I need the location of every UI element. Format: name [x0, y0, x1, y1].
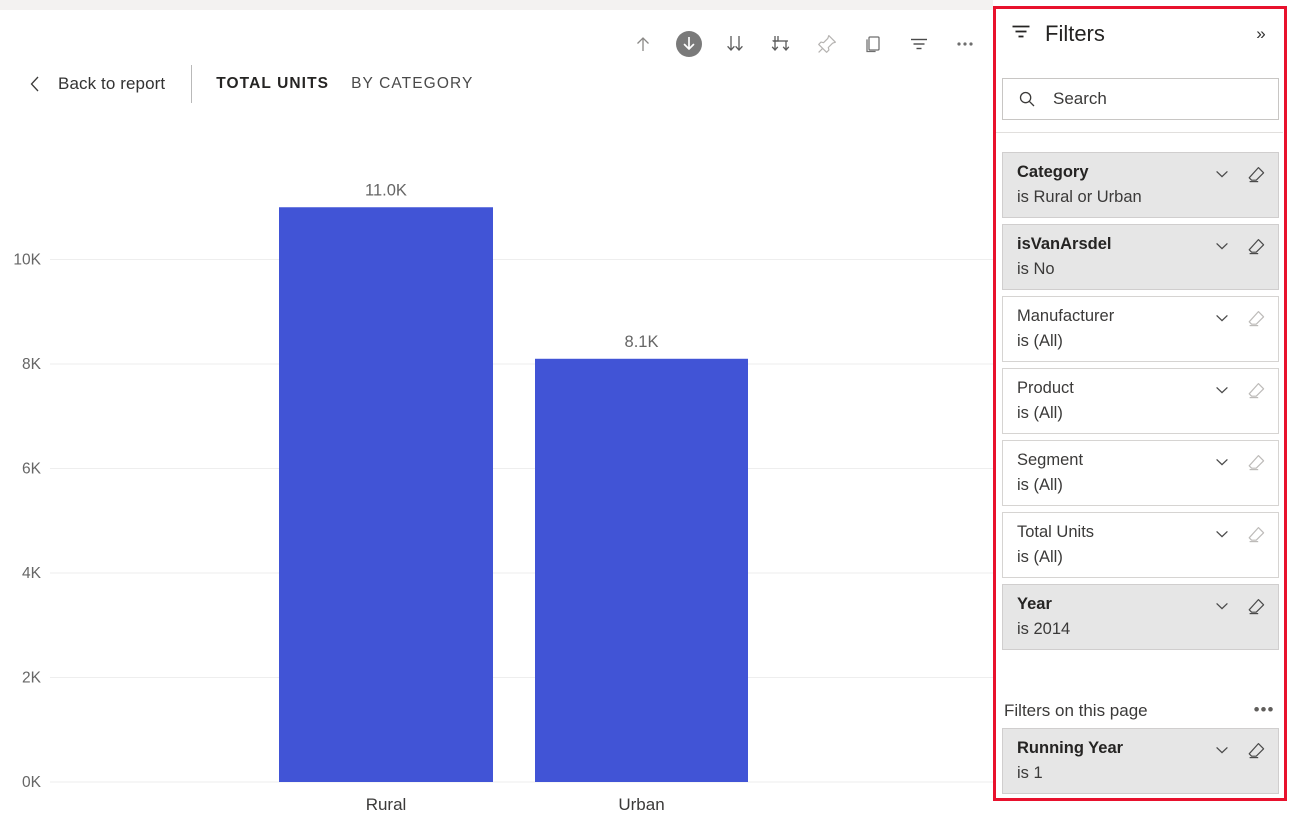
page-filter-card-list: Running Year is 1: [1002, 728, 1279, 794]
x-axis-tick-label: Urban: [618, 795, 664, 814]
clear-filter-icon[interactable]: [1246, 164, 1266, 184]
bar-data-label: 8.1K: [625, 333, 659, 351]
page-filters-title: Filters on this page: [1004, 701, 1148, 720]
search-placeholder: Search: [1053, 89, 1107, 108]
filter-card-name: Year: [1017, 595, 1052, 613]
page-subtitle: BY CATEGORY: [351, 75, 474, 92]
nav-divider: [191, 65, 193, 103]
power-bi-focus-view: Back to report TOTAL UNITS BY CATEGORY 0…: [0, 0, 1290, 819]
clear-filter-icon[interactable]: [1246, 524, 1266, 544]
bar-chart[interactable]: 0K 2K 4K 6K 8K 10K 11.0K Rural 8.1K Urban: [0, 110, 993, 819]
filter-card-value: is Rural or Urban: [1017, 188, 1142, 206]
breadcrumb: Back to report TOTAL UNITS BY CATEGORY: [0, 58, 993, 110]
page-filters-header: Filters on this page •••: [1002, 694, 1279, 728]
filter-card[interactable]: Running Year is 1: [1002, 728, 1279, 794]
filter-card-value: is (All): [1017, 548, 1063, 566]
bar-chart-svg[interactable]: 0K 2K 4K 6K 8K 10K 11.0K Rural 8.1K Urban: [0, 110, 993, 819]
clear-filter-icon[interactable]: [1246, 308, 1266, 328]
filter-icon: [1009, 20, 1033, 49]
chevron-down-icon[interactable]: [1212, 308, 1232, 328]
filter-card[interactable]: isVanArsdel is No: [1002, 224, 1279, 290]
bar[interactable]: [535, 358, 748, 782]
y-axis-tick-label: 10K: [13, 252, 41, 269]
filters-pane-header: Filters »: [993, 6, 1287, 62]
filters-pane: Filters » Search Category is Rural or Urb…: [993, 0, 1290, 819]
filter-card-list: Category is Rural or Urban isVanArsdel is N…: [1002, 152, 1279, 656]
y-axis-tick-label: 2K: [22, 670, 42, 687]
filter-card-name: Total Units: [1017, 523, 1095, 541]
page-title: TOTAL UNITS: [216, 75, 330, 92]
chevron-down-icon[interactable]: [1212, 596, 1232, 616]
clear-filter-icon[interactable]: [1246, 596, 1266, 616]
chevron-down-icon[interactable]: [1212, 740, 1232, 760]
filter-card[interactable]: Total Units is (All): [1002, 512, 1279, 578]
filter-card-value: is 1: [1017, 764, 1043, 782]
report-canvas: Back to report TOTAL UNITS BY CATEGORY 0…: [0, 10, 993, 819]
clear-filter-icon[interactable]: [1246, 380, 1266, 400]
filters-pane-title: Filters: [1045, 21, 1105, 46]
clear-filter-icon[interactable]: [1246, 452, 1266, 472]
more-options-icon[interactable]: •••: [1253, 700, 1275, 722]
y-axis-tick-label: 4K: [22, 565, 42, 582]
filter-card[interactable]: Year is 2014: [1002, 584, 1279, 650]
page-filters-section: Filters on this page ••• Running Year is …: [1002, 694, 1279, 800]
filter-card[interactable]: Category is Rural or Urban: [1002, 152, 1279, 218]
search-icon: [1017, 89, 1037, 109]
chevron-down-icon[interactable]: [1212, 164, 1232, 184]
filter-card-name: Manufacturer: [1017, 307, 1115, 325]
filter-card[interactable]: Manufacturer is (All): [1002, 296, 1279, 362]
filter-card-name: Segment: [1017, 451, 1084, 469]
filter-card-value: is 2014: [1017, 620, 1071, 638]
y-axis-tick-label: 8K: [22, 356, 42, 373]
filter-card-value: is No: [1017, 260, 1055, 278]
chevron-down-icon[interactable]: [1212, 524, 1232, 544]
filters-divider: [993, 132, 1283, 133]
back-to-report-link[interactable]: Back to report: [58, 74, 165, 94]
bar-data-label: 11.0K: [365, 181, 407, 199]
filter-card-name: isVanArsdel: [1017, 235, 1112, 253]
clear-filter-icon[interactable]: [1246, 740, 1266, 760]
filter-card-value: is (All): [1017, 476, 1063, 494]
filter-card-name: Product: [1017, 379, 1074, 397]
x-axis-tick-label: Rural: [366, 795, 407, 814]
filter-card-value: is (All): [1017, 404, 1063, 422]
collapse-pane-icon[interactable]: »: [1249, 22, 1273, 46]
y-axis-tick-label: 0K: [22, 774, 42, 791]
back-chevron-icon[interactable]: [24, 73, 46, 95]
filter-card-name: Running Year: [1017, 739, 1124, 757]
chevron-down-icon[interactable]: [1212, 452, 1232, 472]
filter-card[interactable]: Product is (All): [1002, 368, 1279, 434]
chevron-down-icon[interactable]: [1212, 236, 1232, 256]
chevron-down-icon[interactable]: [1212, 380, 1232, 400]
filter-card-name: Category: [1017, 163, 1089, 181]
search-input[interactable]: Search: [1002, 78, 1279, 120]
filter-card[interactable]: Segment is (All): [1002, 440, 1279, 506]
clear-filter-icon[interactable]: [1246, 236, 1266, 256]
bar[interactable]: [279, 207, 493, 782]
y-axis-tick-label: 6K: [22, 461, 42, 478]
filter-card-value: is (All): [1017, 332, 1063, 350]
